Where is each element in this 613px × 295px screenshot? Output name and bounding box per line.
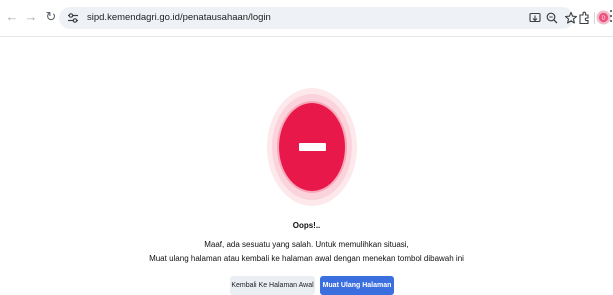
profile-initial: D: [602, 16, 606, 22]
install-app-icon[interactable]: [528, 11, 542, 25]
error-message-line-2: Muat ulang halaman atau kembali ke halam…: [149, 254, 464, 263]
star-icon[interactable]: [564, 11, 578, 25]
error-message-line-1: Maaf, ada sesuatu yang salah. Untuk memu…: [204, 240, 409, 249]
profile-avatar[interactable]: D: [596, 10, 611, 25]
arrow-left-icon[interactable]: ←: [5, 9, 19, 25]
arrow-right-icon[interactable]: →: [24, 9, 38, 25]
reload-page-button[interactable]: Muat Ulang Halaman: [320, 276, 394, 295]
url-text[interactable]: sipd.kemendagri.go.id/penatausahaan/logi…: [87, 11, 271, 25]
back-to-home-button[interactable]: Kembali Ke Halaman Awal: [230, 276, 315, 295]
error-title: Oops!..: [292, 221, 321, 230]
zoom-icon[interactable]: [545, 11, 559, 25]
error-stop-icon: [267, 88, 357, 206]
extensions-icon[interactable]: [578, 11, 590, 25]
address-bar[interactable]: sipd.kemendagri.go.id/penatausahaan/logi…: [59, 7, 578, 29]
reload-icon[interactable]: ↻: [44, 9, 58, 25]
minus-bar: [299, 143, 326, 151]
site-settings-icon[interactable]: [66, 11, 80, 25]
toolbar-divider: [594, 12, 595, 24]
browser-toolbar: ← → ↻ sipd.kemendagri.go.id/penatausahaa…: [0, 0, 613, 37]
